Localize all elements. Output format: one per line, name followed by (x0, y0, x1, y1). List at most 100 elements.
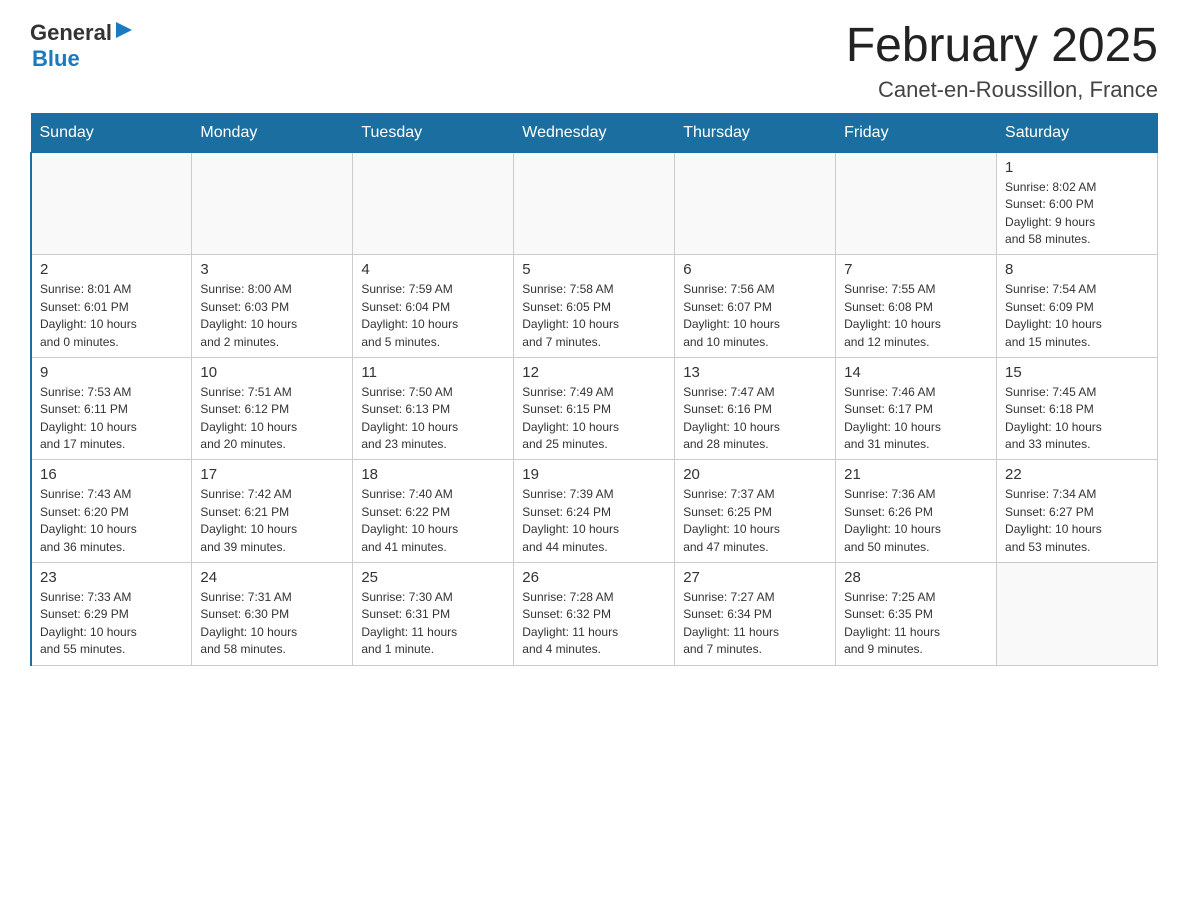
calendar-cell: 5Sunrise: 7:58 AM Sunset: 6:05 PM Daylig… (514, 255, 675, 358)
calendar-cell: 14 Sunrise: 7:46 AM Sunset: 6:17 PM Dayli… (836, 357, 997, 460)
day-number: 6 (683, 261, 827, 278)
day-info: Sunrise: 7:46 AM Sunset: 6:17 PM Dayligh… (844, 384, 988, 454)
day-number: 2 (40, 261, 183, 278)
day-number: 24 (200, 569, 344, 586)
week-row-1: 1Sunrise: 8:02 AM Sunset: 6:00 PM Daylig… (31, 152, 1158, 255)
weekday-header-sunday: Sunday (31, 113, 192, 152)
day-info: Sunrise: 7:33 AM Sunset: 6:29 PM Dayligh… (40, 589, 183, 659)
week-row-4: 16 Sunrise: 7:43 AM Sunset: 6:20 PM Dayli… (31, 460, 1158, 563)
calendar-cell: 3Sunrise: 8:00 AM Sunset: 6:03 PM Daylig… (192, 255, 353, 358)
calendar-cell: 13Sunrise: 7:47 AM Sunset: 6:16 PM Dayli… (675, 357, 836, 460)
calendar-cell: 22 Sunrise: 7:34 AM Sunset: 6:27 PM Dayli… (997, 460, 1158, 563)
day-number: 18 (361, 466, 505, 483)
weekday-header-tuesday: Tuesday (353, 113, 514, 152)
day-number: 26 (522, 569, 666, 586)
calendar-cell: 7 Sunrise: 7:55 AM Sunset: 6:08 PM Daylig… (836, 255, 997, 358)
week-row-5: 23Sunrise: 7:33 AM Sunset: 6:29 PM Dayli… (31, 563, 1158, 666)
day-number: 28 (844, 569, 988, 586)
day-info: Sunrise: 7:54 AM Sunset: 6:09 PM Dayligh… (1005, 281, 1149, 351)
calendar-cell: 8 Sunrise: 7:54 AM Sunset: 6:09 PM Daylig… (997, 255, 1158, 358)
calendar-cell: 12 Sunrise: 7:49 AM Sunset: 6:15 PM Dayli… (514, 357, 675, 460)
day-number: 20 (683, 466, 827, 483)
day-number: 10 (200, 364, 344, 381)
calendar-cell (675, 152, 836, 255)
calendar-subtitle: Canet-en-Roussillon, France (846, 77, 1158, 103)
day-info: Sunrise: 7:34 AM Sunset: 6:27 PM Dayligh… (1005, 486, 1149, 556)
day-info: Sunrise: 7:31 AM Sunset: 6:30 PM Dayligh… (200, 589, 344, 659)
logo-text-blue: Blue (32, 46, 80, 72)
day-number: 22 (1005, 466, 1149, 483)
day-info: Sunrise: 7:40 AM Sunset: 6:22 PM Dayligh… (361, 486, 505, 556)
day-info: Sunrise: 8:01 AM Sunset: 6:01 PM Dayligh… (40, 281, 183, 351)
week-row-3: 9 Sunrise: 7:53 AM Sunset: 6:11 PM Daylig… (31, 357, 1158, 460)
day-info: Sunrise: 7:51 AM Sunset: 6:12 PM Dayligh… (200, 384, 344, 454)
calendar-cell (836, 152, 997, 255)
calendar-cell: 15Sunrise: 7:45 AM Sunset: 6:18 PM Dayli… (997, 357, 1158, 460)
calendar-cell: 11 Sunrise: 7:50 AM Sunset: 6:13 PM Dayli… (353, 357, 514, 460)
calendar-cell (997, 563, 1158, 666)
calendar-cell: 17 Sunrise: 7:42 AM Sunset: 6:21 PM Dayli… (192, 460, 353, 563)
calendar-cell (514, 152, 675, 255)
day-info: Sunrise: 7:42 AM Sunset: 6:21 PM Dayligh… (200, 486, 344, 556)
calendar-cell: 19 Sunrise: 7:39 AM Sunset: 6:24 PM Dayli… (514, 460, 675, 563)
calendar-cell: 9 Sunrise: 7:53 AM Sunset: 6:11 PM Daylig… (31, 357, 192, 460)
day-number: 25 (361, 569, 505, 586)
day-info: Sunrise: 7:53 AM Sunset: 6:11 PM Dayligh… (40, 384, 183, 454)
day-info: Sunrise: 7:55 AM Sunset: 6:08 PM Dayligh… (844, 281, 988, 351)
weekday-header-thursday: Thursday (675, 113, 836, 152)
day-number: 27 (683, 569, 827, 586)
calendar-cell (192, 152, 353, 255)
calendar-cell: 26Sunrise: 7:28 AM Sunset: 6:32 PM Dayli… (514, 563, 675, 666)
day-info: Sunrise: 7:39 AM Sunset: 6:24 PM Dayligh… (522, 486, 666, 556)
logo: General Blue (30, 20, 134, 72)
day-number: 17 (200, 466, 344, 483)
title-section: February 2025 Canet-en-Roussillon, Franc… (846, 20, 1158, 103)
calendar-cell: 4 Sunrise: 7:59 AM Sunset: 6:04 PM Daylig… (353, 255, 514, 358)
day-number: 5 (522, 261, 666, 278)
calendar-cell: 1Sunrise: 8:02 AM Sunset: 6:00 PM Daylig… (997, 152, 1158, 255)
logo-arrow-icon (114, 20, 134, 40)
calendar-cell: 10 Sunrise: 7:51 AM Sunset: 6:12 PM Dayli… (192, 357, 353, 460)
calendar-cell: 28 Sunrise: 7:25 AM Sunset: 6:35 PM Dayli… (836, 563, 997, 666)
day-info: Sunrise: 7:45 AM Sunset: 6:18 PM Dayligh… (1005, 384, 1149, 454)
calendar-cell: 16 Sunrise: 7:43 AM Sunset: 6:20 PM Dayli… (31, 460, 192, 563)
calendar-cell: 20 Sunrise: 7:37 AM Sunset: 6:25 PM Dayli… (675, 460, 836, 563)
logo-text-general: General (30, 20, 112, 46)
weekday-header-row: SundayMondayTuesdayWednesdayThursdayFrid… (31, 113, 1158, 152)
day-number: 14 (844, 364, 988, 381)
day-info: Sunrise: 7:25 AM Sunset: 6:35 PM Dayligh… (844, 589, 988, 659)
weekday-header-wednesday: Wednesday (514, 113, 675, 152)
calendar-table: SundayMondayTuesdayWednesdayThursdayFrid… (30, 113, 1158, 666)
day-number: 3 (200, 261, 344, 278)
day-number: 7 (844, 261, 988, 278)
calendar-cell: 23Sunrise: 7:33 AM Sunset: 6:29 PM Dayli… (31, 563, 192, 666)
day-number: 16 (40, 466, 183, 483)
day-number: 9 (40, 364, 183, 381)
day-info: Sunrise: 8:02 AM Sunset: 6:00 PM Dayligh… (1005, 179, 1149, 249)
day-number: 8 (1005, 261, 1149, 278)
day-info: Sunrise: 7:49 AM Sunset: 6:15 PM Dayligh… (522, 384, 666, 454)
day-info: Sunrise: 7:50 AM Sunset: 6:13 PM Dayligh… (361, 384, 505, 454)
weekday-header-friday: Friday (836, 113, 997, 152)
week-row-2: 2 Sunrise: 8:01 AM Sunset: 6:01 PM Daylig… (31, 255, 1158, 358)
calendar-cell: 2 Sunrise: 8:01 AM Sunset: 6:01 PM Daylig… (31, 255, 192, 358)
calendar-cell (353, 152, 514, 255)
day-info: Sunrise: 7:59 AM Sunset: 6:04 PM Dayligh… (361, 281, 505, 351)
calendar-cell: 6 Sunrise: 7:56 AM Sunset: 6:07 PM Daylig… (675, 255, 836, 358)
calendar-title: February 2025 (846, 20, 1158, 73)
day-number: 4 (361, 261, 505, 278)
day-number: 21 (844, 466, 988, 483)
day-info: Sunrise: 7:37 AM Sunset: 6:25 PM Dayligh… (683, 486, 827, 556)
calendar-cell (31, 152, 192, 255)
weekday-header-monday: Monday (192, 113, 353, 152)
day-number: 19 (522, 466, 666, 483)
day-info: Sunrise: 7:43 AM Sunset: 6:20 PM Dayligh… (40, 486, 183, 556)
day-info: Sunrise: 7:56 AM Sunset: 6:07 PM Dayligh… (683, 281, 827, 351)
day-number: 12 (522, 364, 666, 381)
weekday-header-saturday: Saturday (997, 113, 1158, 152)
calendar-cell: 25Sunrise: 7:30 AM Sunset: 6:31 PM Dayli… (353, 563, 514, 666)
day-info: Sunrise: 7:27 AM Sunset: 6:34 PM Dayligh… (683, 589, 827, 659)
calendar-cell: 18 Sunrise: 7:40 AM Sunset: 6:22 PM Dayli… (353, 460, 514, 563)
calendar-cell: 21Sunrise: 7:36 AM Sunset: 6:26 PM Dayli… (836, 460, 997, 563)
day-number: 11 (361, 364, 505, 381)
